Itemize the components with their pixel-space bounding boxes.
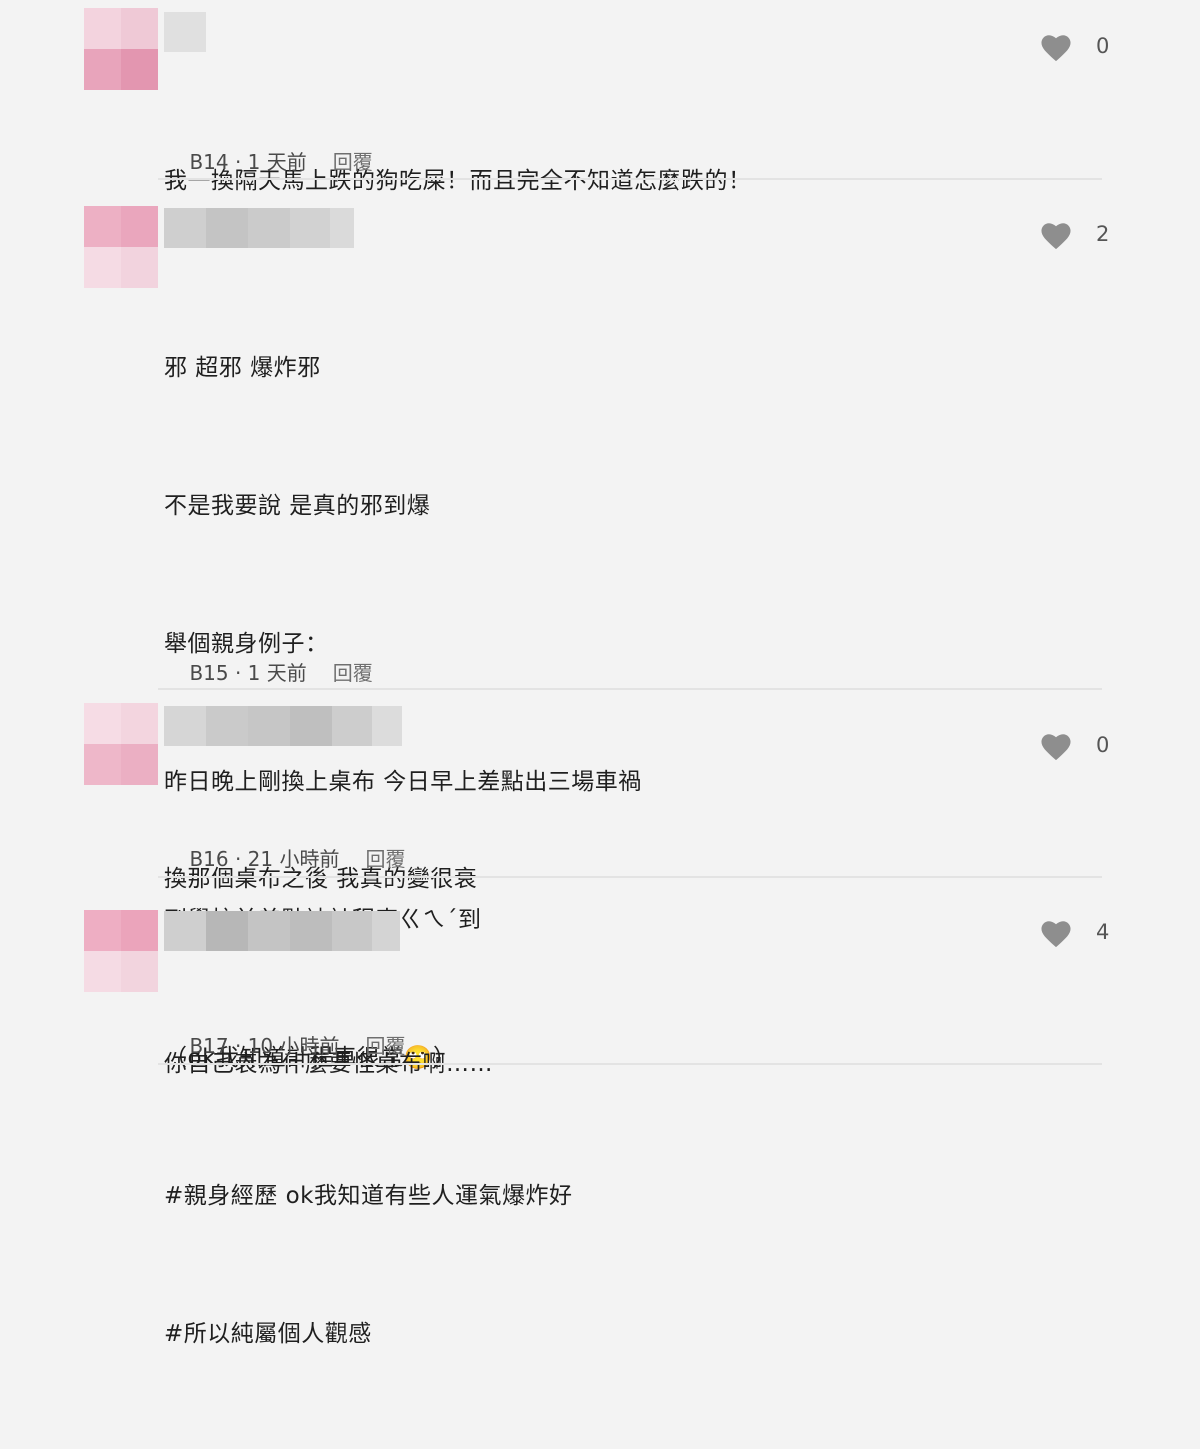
comment-line: 邪 超邪 爆炸邪: [164, 355, 321, 381]
divider: [158, 688, 1102, 690]
floor-time: B17 · 10 小時前: [189, 1034, 340, 1058]
reply-button[interactable]: 回覆: [333, 661, 373, 685]
comment-meta: B15 · 1 天前 回覆: [164, 633, 373, 710]
comment-meta: B16 · 21 小時前 回覆: [164, 819, 406, 896]
like-count: 2: [1096, 222, 1110, 246]
heart-icon: [1041, 223, 1071, 250]
like-button[interactable]: 4: [1038, 916, 1109, 948]
divider: [158, 178, 1102, 180]
avatar[interactable]: [84, 206, 158, 288]
username-blurred[interactable]: [164, 706, 402, 746]
like-count: 4: [1096, 920, 1110, 944]
username-blurred[interactable]: [164, 911, 400, 951]
username-blurred[interactable]: [164, 12, 206, 52]
divider: [158, 876, 1102, 878]
reply-button[interactable]: 回覆: [366, 1034, 406, 1058]
comment-line: 不是我要說 是真的邪到爆: [164, 493, 431, 519]
heart-icon: [1041, 921, 1071, 948]
like-count: 0: [1096, 34, 1110, 58]
reply-button[interactable]: 回覆: [333, 150, 373, 174]
heart-icon: [1041, 734, 1071, 761]
reply-button[interactable]: 回覆: [366, 847, 406, 871]
username-blurred[interactable]: [164, 208, 354, 248]
floor-time: B15 · 1 天前: [189, 661, 307, 685]
floor-time: B16 · 21 小時前: [189, 847, 340, 871]
like-button[interactable]: 2: [1038, 218, 1109, 250]
avatar[interactable]: [84, 703, 158, 785]
comment-meta: B17 · 10 小時前 回覆: [164, 1006, 406, 1083]
like-button[interactable]: 0: [1038, 729, 1109, 761]
avatar[interactable]: [84, 8, 158, 90]
avatar[interactable]: [84, 910, 158, 992]
like-button[interactable]: 0: [1038, 30, 1109, 62]
comment-meta: B14 · 1 天前 回覆: [164, 122, 373, 199]
divider: [158, 1063, 1102, 1065]
comment-line: #親身經歷 ok我知道有些人運氣爆炸好: [164, 1183, 573, 1209]
floor-time: B14 · 1 天前: [189, 150, 307, 174]
like-count: 0: [1096, 733, 1110, 757]
comment-line: #所以純屬個人觀感: [164, 1321, 372, 1347]
heart-icon: [1041, 35, 1071, 62]
